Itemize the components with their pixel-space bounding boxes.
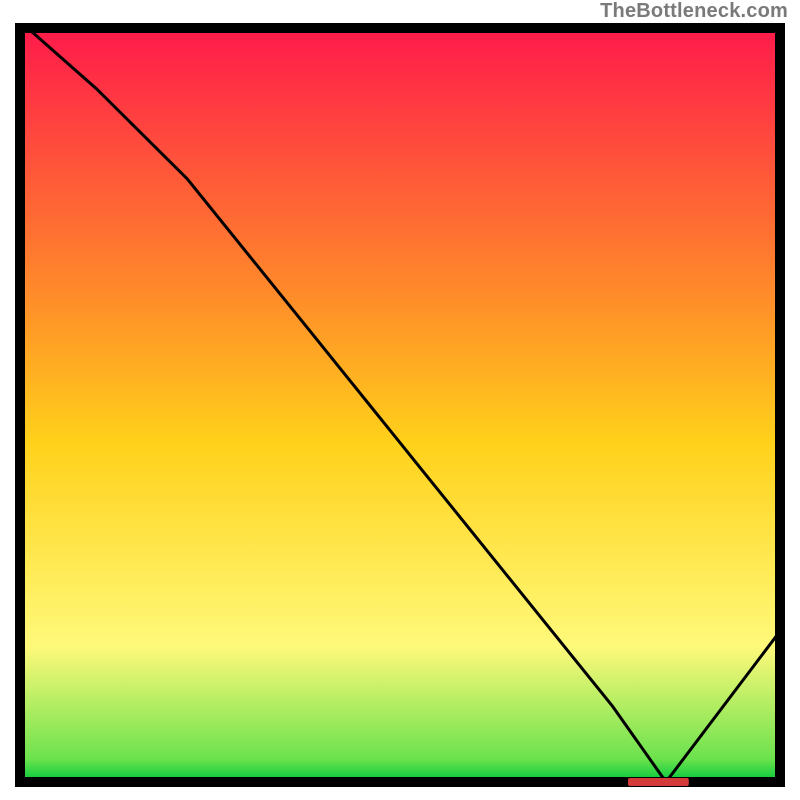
optimum-marker bbox=[628, 778, 689, 786]
chart-container: TheBottleneck.com bbox=[0, 0, 800, 800]
plot-background bbox=[20, 28, 780, 782]
chart-svg bbox=[0, 0, 800, 800]
watermark-label: TheBottleneck.com bbox=[600, 0, 788, 23]
